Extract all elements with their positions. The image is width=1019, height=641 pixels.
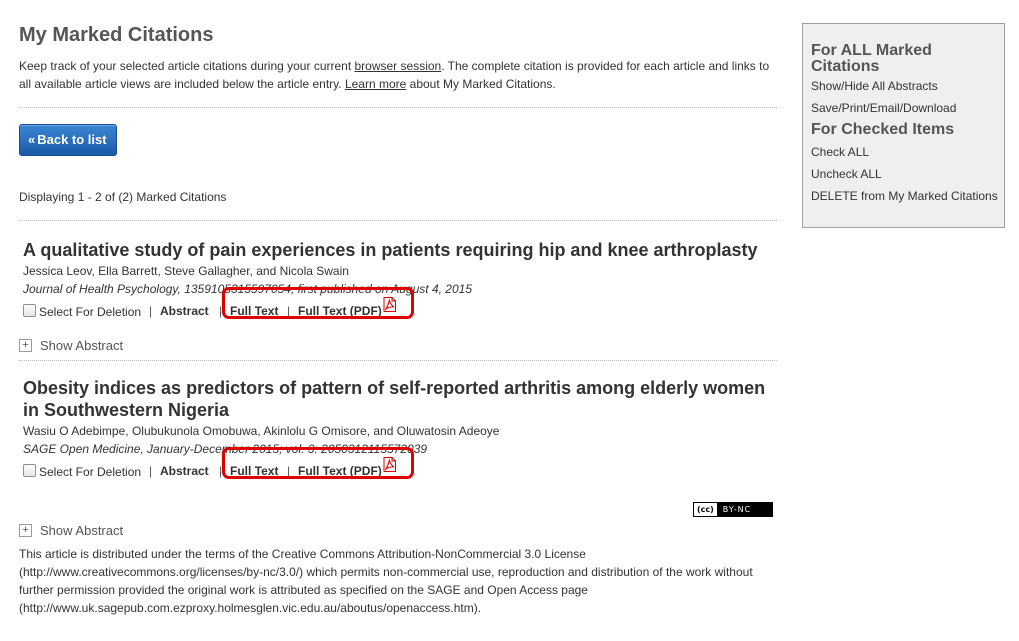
intro-text-part: Keep track of your selected article cita…: [19, 59, 355, 73]
save-print-email-download-link[interactable]: Save/Print/Email/Download: [811, 97, 1004, 119]
citation-actions: Select For Deletion | Abstract | Full Te…: [23, 287, 777, 322]
divider: [19, 107, 777, 108]
citation-title[interactable]: Obesity indices as predictors of pattern…: [23, 377, 777, 421]
citation-authors: Jessica Leov, Ella Barrett, Steve Gallag…: [23, 264, 349, 278]
citation-item: A qualitative study of pain experiences …: [19, 239, 777, 361]
page-title: My Marked Citations: [19, 24, 214, 46]
delete-marked-link[interactable]: DELETE from My Marked Citations: [811, 185, 1004, 207]
license-text: This article is distributed under the te…: [19, 547, 753, 615]
double-chevron-left-icon: «: [28, 132, 36, 147]
divider: [19, 220, 777, 221]
intro-text: Keep track of your selected article cita…: [19, 57, 777, 93]
show-abstract-link[interactable]: Show Abstract: [40, 522, 123, 540]
citation-authors: Wasiu O Adebimpe, Olubukunola Omobuwa, A…: [23, 424, 500, 438]
show-abstract-link[interactable]: Show Abstract: [40, 337, 123, 355]
back-button-label: Back to list: [37, 132, 107, 147]
abstract-link[interactable]: Abstract: [160, 300, 209, 322]
back-to-list-button[interactable]: «Back to list: [19, 124, 117, 156]
select-for-deletion-checkbox[interactable]: [23, 464, 36, 477]
abstract-link[interactable]: Abstract: [160, 460, 209, 482]
browser-session-link[interactable]: browser session: [355, 59, 442, 73]
sidebar-heading-all: For ALL Marked Citations: [811, 42, 932, 75]
highlight-box: [222, 287, 414, 319]
show-abstract-toggle: + Show Abstract: [19, 337, 777, 355]
plus-icon[interactable]: +: [19, 524, 32, 537]
select-for-deletion-label: Select For Deletion: [39, 305, 142, 319]
citation-actions: Select For Deletion | Abstract | Full Te…: [23, 447, 777, 482]
divider: [19, 360, 777, 361]
select-for-deletion-label: Select For Deletion: [39, 465, 142, 479]
displaying-count: Displaying 1 - 2 of (2) Marked Citations: [19, 190, 227, 204]
show-abstract-toggle: + Show Abstract: [19, 522, 219, 540]
show-hide-abstracts-link[interactable]: Show/Hide All Abstracts: [811, 75, 1004, 97]
sidebar-panel: For ALL Marked Citations Show/Hide All A…: [802, 23, 1005, 228]
separator: |: [149, 464, 153, 478]
sidebar-heading-checked: For Checked Items: [811, 121, 955, 138]
separator: |: [149, 304, 153, 318]
select-for-deletion-checkbox[interactable]: [23, 304, 36, 317]
intro-text-part: about My Marked Citations.: [406, 77, 556, 91]
cc-badge-cc: (cc): [694, 503, 718, 516]
cc-badge-text: BY-NC: [722, 505, 752, 514]
citation-item: Obesity indices as predictors of pattern…: [19, 377, 777, 482]
check-all-link[interactable]: Check ALL: [811, 141, 1004, 163]
uncheck-all-link[interactable]: Uncheck ALL: [811, 163, 1004, 185]
learn-more-link[interactable]: Learn more: [345, 77, 406, 91]
main-content: My Marked Citations Keep track of your s…: [19, 22, 777, 482]
cc-license-badge[interactable]: (cc) BY-NC: [693, 502, 773, 517]
highlight-box: [222, 447, 414, 479]
citation-title[interactable]: A qualitative study of pain experiences …: [23, 239, 777, 261]
plus-icon[interactable]: +: [19, 339, 32, 352]
